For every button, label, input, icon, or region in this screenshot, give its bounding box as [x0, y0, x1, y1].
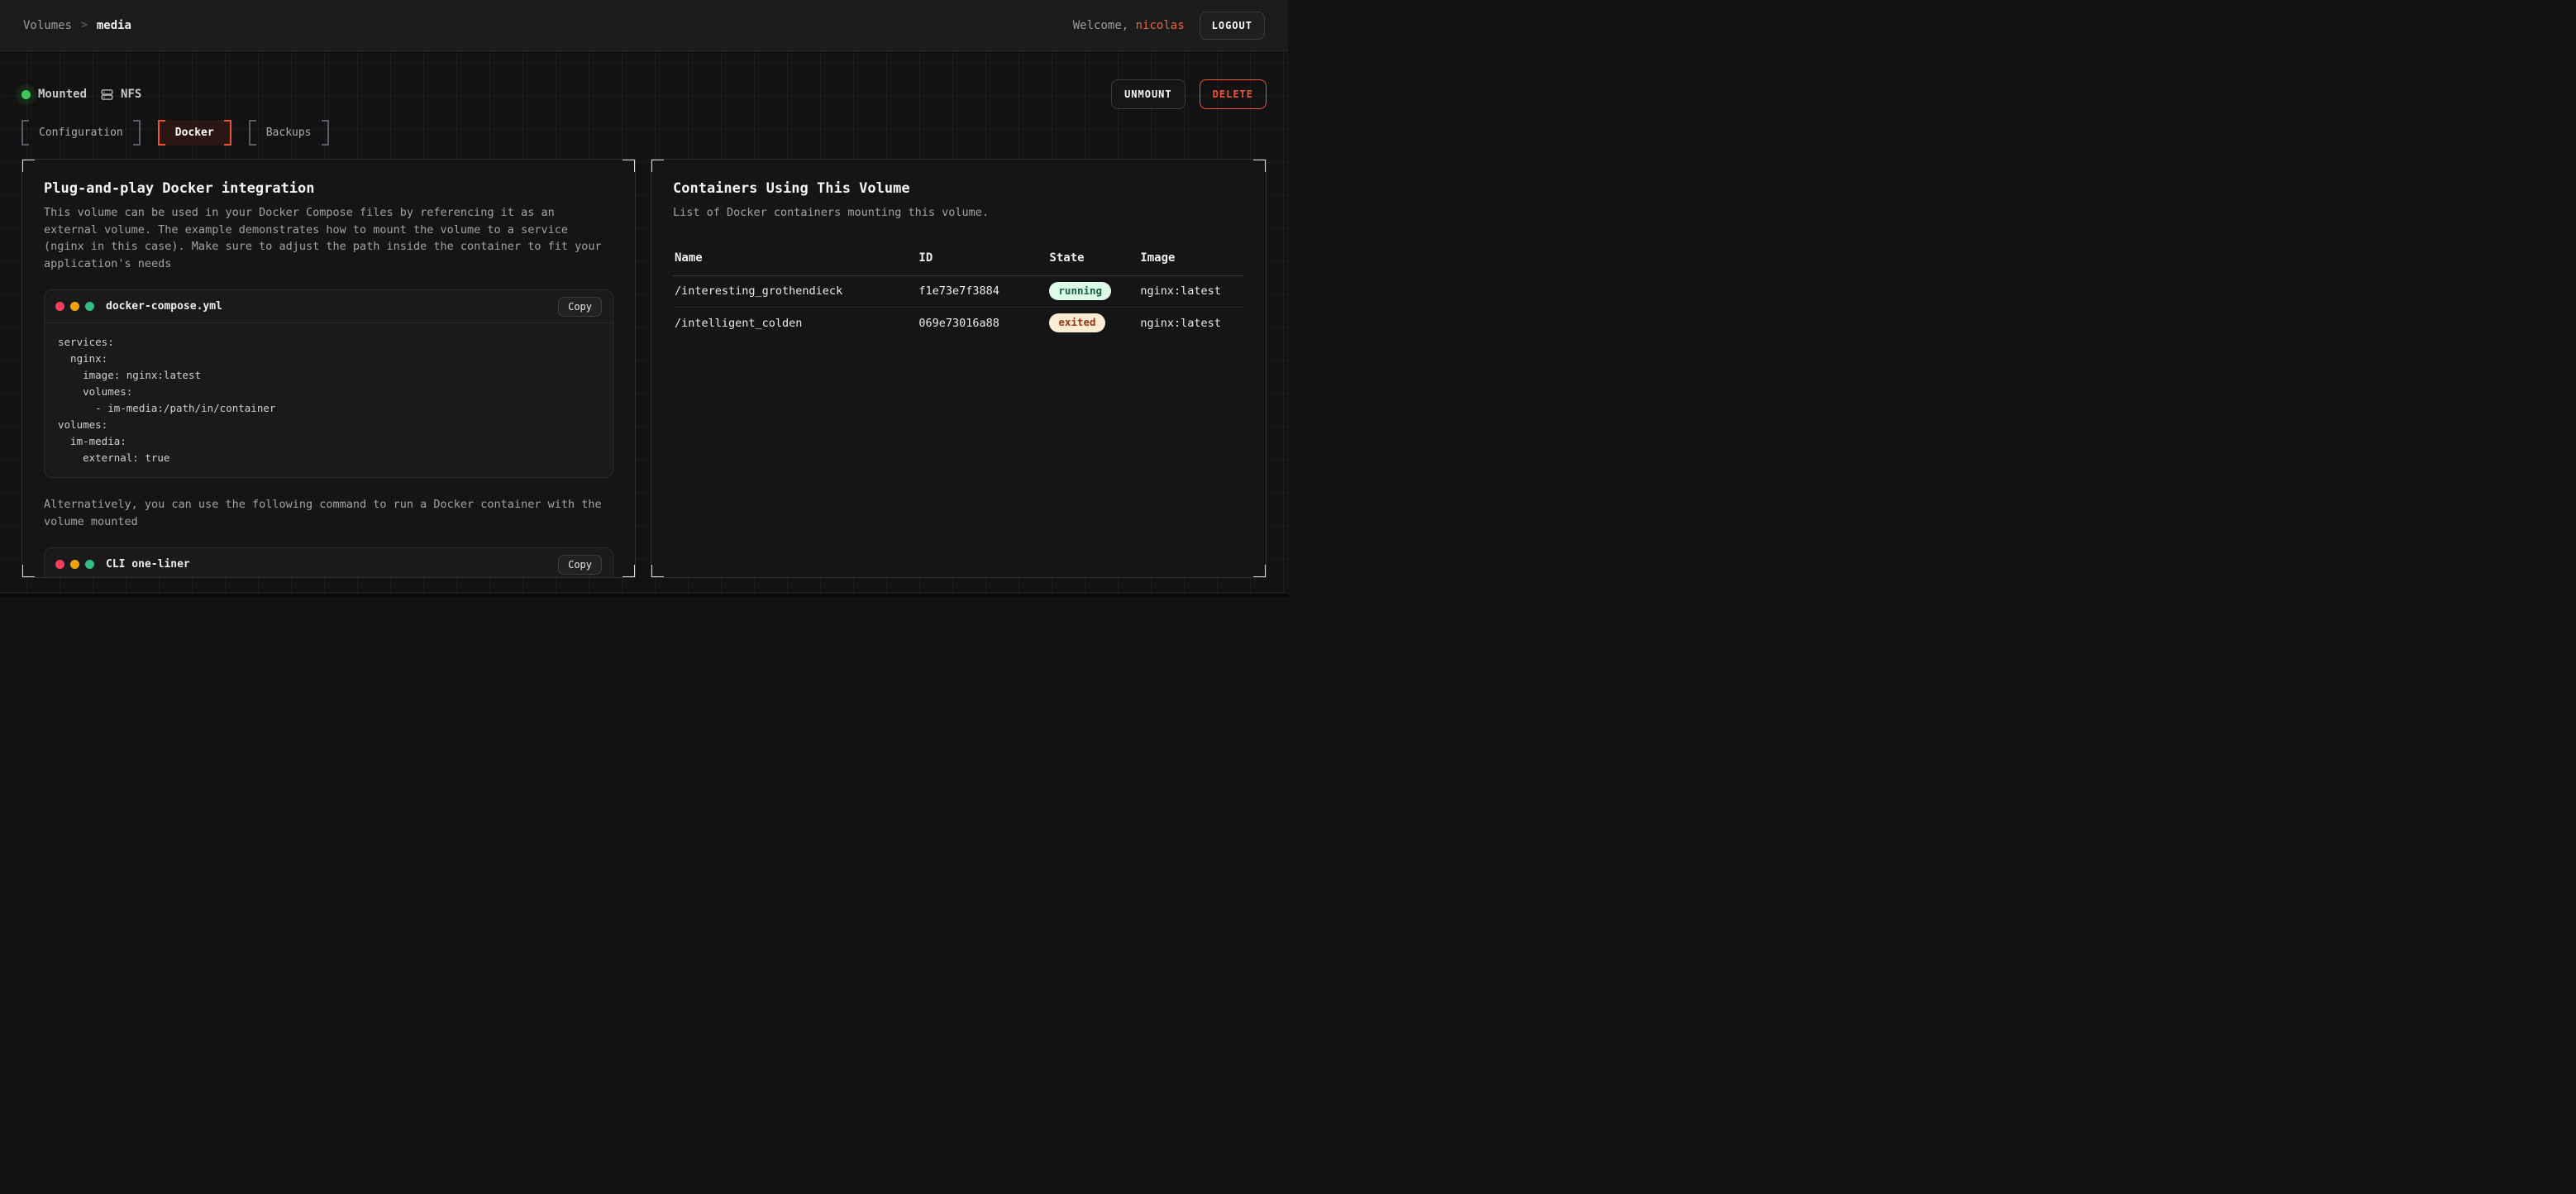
status-action-row: Mounted NFS UNMOUNT DELETE: [21, 51, 1267, 109]
cli-copy-button[interactable]: Copy: [558, 555, 602, 575]
bottom-strip: [0, 594, 1288, 597]
compose-code-block: docker-compose.yml Copy services: nginx:…: [44, 289, 613, 478]
volume-status: Mounted NFS: [21, 88, 141, 101]
cli-intro-text: Alternatively, you can use the following…: [44, 496, 613, 530]
top-bar: Volumes > media Welcome, nicolas LOGOUT: [0, 0, 1288, 51]
mounted-status: Mounted: [21, 88, 87, 101]
username: nicolas: [1136, 19, 1185, 32]
delete-button[interactable]: DELETE: [1200, 79, 1267, 109]
docker-integration-panel: Plug-and-play Docker integration This vo…: [21, 159, 636, 578]
tab-docker[interactable]: Docker: [158, 120, 231, 146]
panel-corner-icon: [651, 159, 664, 172]
compose-copy-button[interactable]: Copy: [558, 297, 602, 317]
breadcrumb-volumes-link[interactable]: Volumes: [23, 19, 72, 32]
traffic-dot-amber-icon: [70, 302, 79, 311]
state-badge: running: [1049, 282, 1111, 301]
docker-panel-description: This volume can be used in your Docker C…: [44, 204, 613, 272]
traffic-dot-green-icon: [85, 560, 94, 569]
server-icon: [101, 88, 113, 101]
traffic-dots: [55, 560, 94, 569]
driver-label: NFS: [121, 88, 141, 101]
container-state: running: [1049, 282, 1140, 301]
panel-corner-icon: [21, 159, 35, 172]
docker-panel-title: Plug-and-play Docker integration: [44, 180, 613, 197]
breadcrumb-separator: >: [81, 19, 88, 31]
container-name: /interesting_grothendieck: [675, 284, 918, 298]
traffic-dot-amber-icon: [70, 560, 79, 569]
containers-table-header: Name ID State Image: [673, 244, 1244, 276]
traffic-dot-green-icon: [85, 302, 94, 311]
volume-actions: UNMOUNT DELETE: [1111, 79, 1267, 109]
container-name: /intelligent_colden: [675, 317, 918, 330]
panel-corner-icon: [623, 159, 636, 172]
container-id: 069e73016a88: [918, 317, 1049, 330]
container-table-row[interactable]: /intelligent_colden 069e73016a88 exited …: [673, 308, 1244, 339]
welcome-text: Welcome, nicolas: [1073, 19, 1185, 32]
welcome-prefix: Welcome,: [1073, 19, 1128, 32]
container-image: nginx:latest: [1140, 317, 1243, 330]
breadcrumb: Volumes > media: [23, 19, 131, 32]
cli-title: CLI one-liner: [106, 558, 190, 571]
col-header-state: State: [1049, 251, 1140, 265]
container-image: nginx:latest: [1140, 284, 1243, 298]
panel-corner-icon: [21, 565, 35, 578]
containers-panel-subtitle: List of Docker containers mounting this …: [673, 204, 1244, 222]
col-header-id: ID: [918, 251, 1049, 265]
panel-corner-icon: [651, 565, 664, 578]
container-id: f1e73e7f3884: [918, 284, 1049, 298]
panel-corner-icon: [1253, 565, 1267, 578]
main-content: Mounted NFS UNMOUNT DELETE Configuration…: [0, 51, 1288, 597]
panels-row: Plug-and-play Docker integration This vo…: [21, 159, 1267, 578]
col-header-name: Name: [675, 251, 918, 265]
mounted-status-dot-icon: [21, 90, 31, 99]
cli-code-block: CLI one-liner Copy docker run -v im-medi…: [44, 547, 613, 578]
containers-panel: Containers Using This Volume List of Doc…: [651, 159, 1267, 578]
tab-bar: Configuration Docker Backups: [21, 120, 1267, 146]
traffic-dots: [55, 302, 94, 311]
panel-corner-icon: [623, 565, 636, 578]
driver-status: NFS: [101, 88, 141, 101]
traffic-dot-red-icon: [55, 302, 64, 311]
cli-code-header: CLI one-liner Copy: [45, 548, 613, 578]
container-table-row[interactable]: /interesting_grothendieck f1e73e7f3884 r…: [673, 276, 1244, 308]
mounted-status-label: Mounted: [38, 88, 87, 101]
tab-configuration[interactable]: Configuration: [21, 120, 141, 146]
logout-button[interactable]: LOGOUT: [1200, 12, 1265, 40]
state-badge: exited: [1049, 313, 1104, 332]
compose-code-content: services: nginx: image: nginx:latest vol…: [45, 323, 613, 477]
traffic-dot-red-icon: [55, 560, 64, 569]
compose-code-header: docker-compose.yml Copy: [45, 290, 613, 323]
containers-panel-title: Containers Using This Volume: [673, 180, 1244, 197]
tab-backups[interactable]: Backups: [249, 120, 329, 146]
panel-corner-icon: [1253, 159, 1267, 172]
breadcrumb-current-volume: media: [97, 19, 131, 32]
containers-table-body: /interesting_grothendieck f1e73e7f3884 r…: [673, 276, 1244, 339]
compose-filename: docker-compose.yml: [106, 300, 222, 313]
top-bar-right: Welcome, nicolas LOGOUT: [1073, 12, 1265, 40]
unmount-button[interactable]: UNMOUNT: [1111, 79, 1185, 109]
containers-table: Name ID State Image /interesting_grothen…: [673, 244, 1244, 339]
col-header-image: Image: [1140, 251, 1243, 265]
container-state: exited: [1049, 313, 1140, 332]
